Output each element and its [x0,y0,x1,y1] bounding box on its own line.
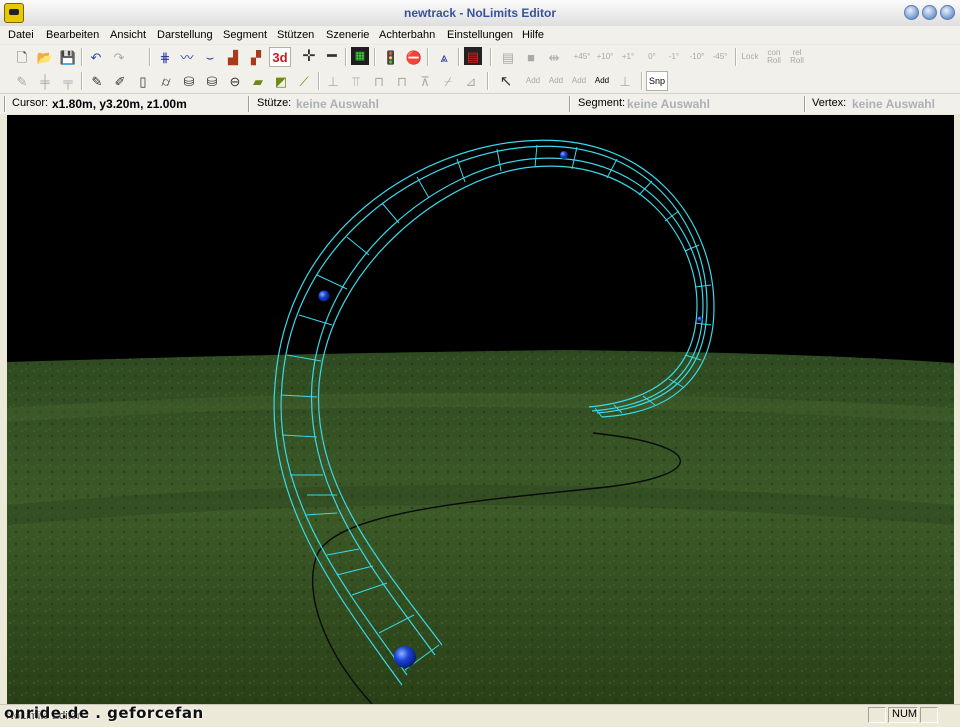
support-g-icon[interactable]: ⊿ [461,71,481,91]
align-icon[interactable]: ⇹ [544,47,564,67]
cursor-label: Cursor: [12,97,49,109]
segment-value: keine Auswahl [627,97,710,111]
menu-einstellungen[interactable]: Einstellungen [443,27,517,43]
stuetze-label: Stütze: [257,97,292,109]
watermark: onride.de . geforcefan [4,704,204,722]
segment-label: Segment: [578,97,626,109]
table-icon[interactable]: ▤ [498,47,518,67]
block-icon[interactable]: ■ [521,47,541,67]
select-cursor-icon[interactable]: ↖ [496,71,516,91]
window-title: newtrack - NoLimits Editor [403,6,557,20]
status-panel-scroll [920,707,938,723]
track-node[interactable] [560,151,568,159]
maximize-button[interactable] [922,5,937,20]
menu-darstellung[interactable]: Darstellung [153,27,217,43]
rel-roll-button[interactable]: rel Roll [787,47,807,67]
scene-canvas [7,115,954,704]
rotate-minus10-button[interactable]: -10° [687,47,707,67]
open-folder-icon[interactable]: 📂 [35,47,55,67]
menu-bar: Datei Bearbeiten Ansicht Darstellung Seg… [0,26,960,44]
stuetze-value: keine Auswahl [296,97,379,111]
menu-datei[interactable]: Datei [4,27,38,43]
menu-ansicht[interactable]: Ansicht [106,27,150,43]
vertex-value: keine Auswahl [852,97,935,111]
support-icon[interactable]: ⩓ [434,47,454,67]
pencil-icon[interactable]: ✎ [87,71,107,91]
con-roll-button[interactable]: con Roll [764,47,784,67]
menu-bearbeiten[interactable]: Bearbeiten [42,27,103,43]
rotate-plus10-button[interactable]: +10° [595,47,615,67]
stop-sign-icon[interactable]: ⛔ [404,47,424,67]
edit-toolbar: ✎ ╪ ╤ ✎ ✐ ▯ ⌭ ⛁ ⛁ ⊖ ▰ ◩ ⟋ ⊥ ⫪ ⊓ ⊓ ⊼ ⌿ ⊿ … [0,69,960,93]
plate-icon[interactable]: ▰ [248,71,268,91]
spline-icon[interactable]: 〰 [177,47,197,67]
track-node[interactable] [697,316,703,322]
new-file-icon[interactable]: 🗋 [12,47,32,67]
track-segment-icon[interactable]: ⋕ [155,47,175,67]
disc-icon[interactable]: ⊖ [225,71,245,91]
coaster-train-icon[interactable]: ▤ [464,47,482,65]
rotate-minus45-button[interactable]: -45° [710,47,730,67]
lift-icon[interactable]: ▞ [246,47,266,67]
rotate-minus1-button[interactable]: -1° [664,47,684,67]
view-3d-button[interactable]: 3d [269,47,291,67]
minimize-button[interactable] [904,5,919,20]
vertex-label: Vertex: [812,97,847,109]
info-bar: Cursor: x1.80m, y3.20m, z1.00m Stütze: k… [0,93,960,114]
beam-support-icon[interactable]: ╤ [58,71,78,91]
add-button-4[interactable]: Add [592,71,612,91]
add-button-3[interactable]: Add [569,71,589,91]
cursor-value: x1.80m, y3.20m, z1.00m [52,97,187,111]
ground-icon[interactable]: ⊥ [615,71,635,91]
pencil-disabled-icon[interactable]: ✎ [12,71,32,91]
station-icon[interactable]: ▟ [223,47,243,67]
support-d-icon[interactable]: ⊓ [392,71,412,91]
cylinder-thin-icon[interactable]: ⌭ [156,71,176,91]
lock-button[interactable]: Lock [740,47,760,67]
num-indicator: NUM [892,708,918,720]
pencil-double-icon[interactable]: ✐ [110,71,130,91]
sky [7,115,954,360]
title-bar: newtrack - NoLimits Editor [0,0,960,27]
add-button-2[interactable]: Add [546,71,566,91]
status-panel-caps [868,707,886,723]
redo-icon[interactable]: ↷ [109,47,129,67]
rotate-plus45-button[interactable]: +45° [572,47,592,67]
menu-szenerie[interactable]: Szenerie [322,27,373,43]
main-toolbar: 🗋 📂 💾 ↶ ↷ ⋕ 〰 ⌣ ▟ ▞ 3d ✛ ━ ▦ 🚦 ⛔ ⩓ ▤ ▤ ■… [0,45,960,69]
support-e-icon[interactable]: ⊼ [415,71,435,91]
menu-segment[interactable]: Segment [219,27,271,43]
pillar-icon[interactable]: ▯ [133,71,153,91]
support-a-icon[interactable]: ⊥ [323,71,343,91]
support-b-icon[interactable]: ⫪ [346,71,366,91]
rotate-zero-button[interactable]: 0° [643,47,661,67]
curve-icon[interactable]: ⌣ [200,47,220,67]
track-node[interactable] [318,290,330,302]
undo-icon[interactable]: ↶ [86,47,106,67]
support-c-icon[interactable]: ⊓ [369,71,389,91]
add-button-1[interactable]: Add [523,71,543,91]
menu-hilfe[interactable]: Hilfe [518,27,548,43]
3d-viewport[interactable] [7,115,954,704]
remove-node-icon[interactable]: ━ [322,47,342,67]
grid-icon[interactable]: ▦ [351,47,369,65]
beam-icon[interactable]: ⟋ [294,71,314,91]
cross-support-icon[interactable]: ╪ [35,71,55,91]
menu-stuetzen[interactable]: Stützen [273,27,318,43]
save-icon[interactable]: 💾 [58,47,78,67]
cylinder-icon[interactable]: ⛁ [179,71,199,91]
menu-achterbahn[interactable]: Achterbahn [375,27,439,43]
add-node-icon[interactable]: ✛ [299,47,319,67]
snap-button[interactable]: Snp [646,71,668,91]
close-button[interactable] [940,5,955,20]
cylinder-wide-icon[interactable]: ⛁ [202,71,222,91]
traffic-light-icon[interactable]: 🚦 [381,47,401,67]
track-node[interactable] [394,646,416,668]
rotate-plus1-button[interactable]: +1° [618,47,638,67]
support-f-icon[interactable]: ⌿ [438,71,458,91]
box-icon[interactable]: ◩ [271,71,291,91]
